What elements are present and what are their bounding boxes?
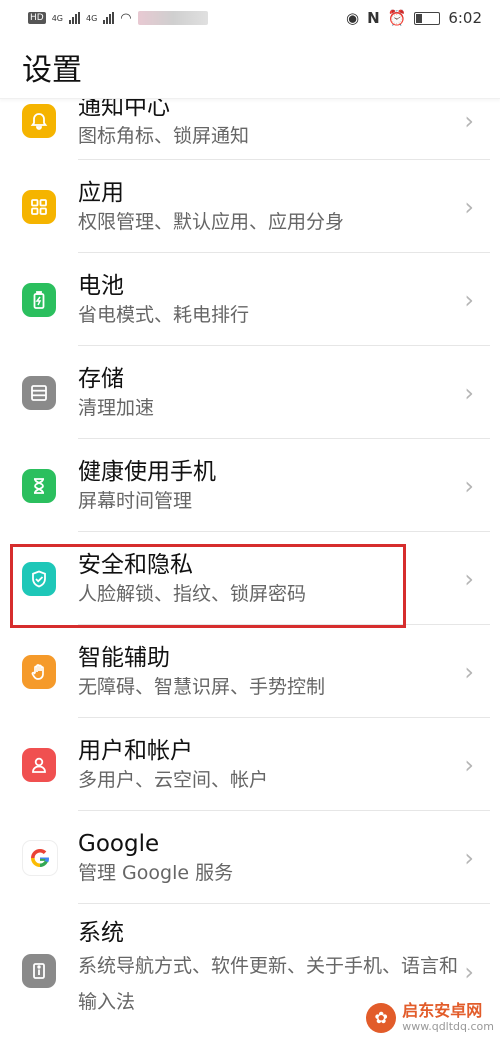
item-title: Google bbox=[78, 830, 160, 857]
chevron-right-icon: › bbox=[464, 657, 474, 686]
network-type-2: 4G bbox=[86, 13, 98, 23]
network-type-1: 4G bbox=[51, 13, 63, 23]
wifi-icon: ◠ bbox=[120, 10, 132, 26]
grid-icon bbox=[22, 189, 56, 224]
settings-item-apps[interactable]: 应用 权限管理、默认应用、应用分身 › bbox=[0, 160, 500, 253]
settings-item-users-accounts[interactable]: 用户和帐户 多用户、云空间、帐户 › bbox=[0, 718, 500, 811]
item-title: 智能辅助 bbox=[78, 644, 170, 671]
item-title: 应用 bbox=[78, 179, 124, 206]
nfc-icon: N bbox=[367, 9, 380, 27]
item-title: 用户和帐户 bbox=[78, 737, 193, 764]
item-subtitle: 多用户、云空间、帐户 bbox=[78, 768, 269, 791]
item-subtitle: 屏幕时间管理 bbox=[78, 489, 193, 512]
watermark-logo-icon: ✿ bbox=[366, 1002, 397, 1033]
settings-item-notification-center[interactable]: 通知中心 图标角标、锁屏通知 › bbox=[0, 98, 500, 160]
item-subtitle: 图标角标、锁屏通知 bbox=[78, 125, 250, 147]
watermark-title: 启东安卓网 bbox=[402, 1001, 483, 1020]
chevron-right-icon: › bbox=[464, 378, 474, 407]
settings-item-digital-balance[interactable]: 健康使用手机 屏幕时间管理 › bbox=[0, 439, 500, 532]
settings-item-google[interactable]: Google 管理 Google 服务 › bbox=[0, 811, 500, 904]
page-title: 设置 bbox=[0, 36, 500, 99]
chevron-right-icon: › bbox=[464, 285, 474, 314]
user-icon bbox=[22, 747, 56, 782]
item-title: 电池 bbox=[78, 272, 124, 299]
storage-icon bbox=[22, 375, 56, 410]
chevron-right-icon: › bbox=[464, 564, 474, 593]
item-title: 通知中心 bbox=[78, 98, 170, 120]
eye-comfort-icon: ◉ bbox=[345, 9, 360, 27]
google-icon bbox=[22, 839, 58, 876]
status-bar: HD 4G 4G ◠ ◉ N ⏰ 6:02 bbox=[0, 0, 500, 36]
clock-time: 6:02 bbox=[448, 9, 482, 27]
chevron-right-icon: › bbox=[464, 957, 474, 986]
blurred-notification-icons bbox=[137, 11, 208, 25]
chevron-right-icon: › bbox=[464, 843, 474, 872]
item-subtitle: 清理加速 bbox=[78, 396, 155, 419]
chevron-right-icon: › bbox=[464, 750, 474, 779]
watermark: ✿ 启东安卓网 www.qdltdq.com bbox=[366, 1002, 494, 1033]
battery-status-icon bbox=[414, 11, 441, 25]
item-subtitle: 权限管理、默认应用、应用分身 bbox=[78, 210, 345, 233]
item-subtitle: 省电模式、耗电排行 bbox=[78, 303, 250, 326]
item-title: 系统 bbox=[78, 920, 124, 946]
item-subtitle: 管理 Google 服务 bbox=[78, 861, 234, 884]
bell-icon bbox=[22, 104, 56, 138]
signal-icon-2 bbox=[103, 12, 115, 24]
item-title: 存储 bbox=[78, 365, 124, 392]
hourglass-icon bbox=[22, 468, 56, 503]
item-title: 健康使用手机 bbox=[78, 458, 216, 485]
signal-icon bbox=[69, 12, 80, 24]
chevron-right-icon: › bbox=[464, 107, 474, 135]
hd-badge: HD bbox=[28, 12, 46, 24]
chevron-right-icon: › bbox=[464, 192, 474, 221]
hand-icon bbox=[22, 654, 56, 689]
status-bar-right: ◉ N ⏰ 6:02 bbox=[346, 9, 482, 27]
highlight-box bbox=[10, 544, 406, 628]
settings-item-storage[interactable]: 存储 清理加速 › bbox=[0, 346, 500, 439]
chevron-right-icon: › bbox=[464, 471, 474, 500]
settings-item-battery[interactable]: 电池 省电模式、耗电排行 › bbox=[0, 253, 500, 346]
battery-icon bbox=[22, 282, 56, 317]
watermark-url: www.qdltdq.com bbox=[402, 1020, 494, 1033]
settings-item-smart-assistance[interactable]: 智能辅助 无障碍、智慧识屏、手势控制 › bbox=[0, 625, 500, 718]
item-subtitle: 无障碍、智慧识屏、手势控制 bbox=[78, 675, 326, 698]
alarm-icon: ⏰ bbox=[387, 9, 407, 27]
info-icon bbox=[22, 954, 56, 988]
status-bar-left: HD 4G 4G ◠ bbox=[28, 11, 208, 26]
